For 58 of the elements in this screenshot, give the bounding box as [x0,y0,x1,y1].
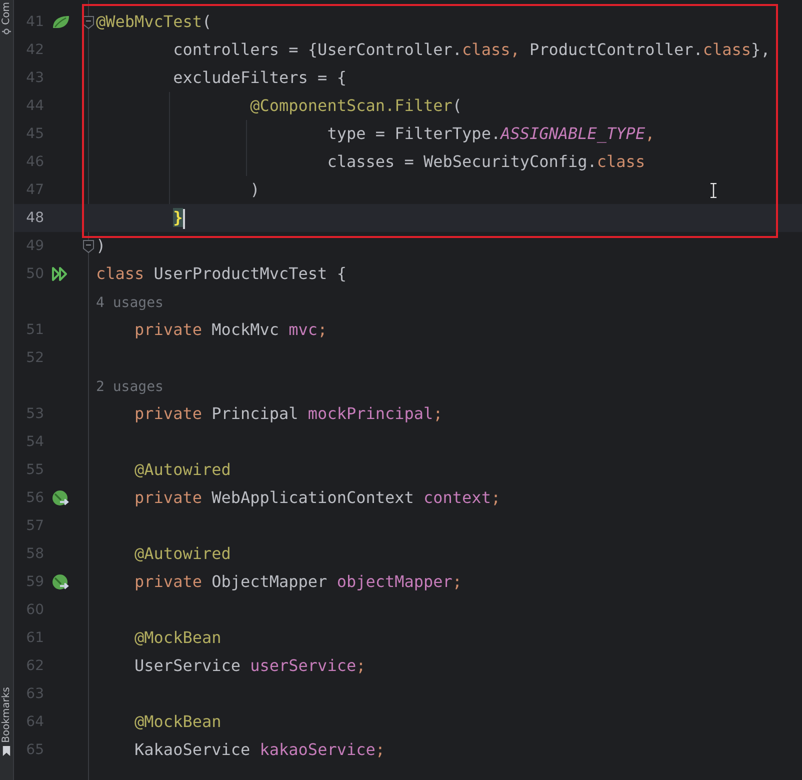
keyword-text: ; [452,572,462,591]
fold-icon[interactable] [83,240,94,252]
field-name: mvc [288,320,318,339]
annotation-text: @Autowired [134,544,231,563]
keyword-text: private [134,320,203,339]
keyword-text: ; [318,320,328,339]
code-text: Principal [212,404,300,423]
keyword-text: ; [490,488,501,507]
code-text: }, [751,40,770,59]
keyword-text: class [702,40,752,59]
keyword-text: class [96,264,146,283]
bookmark-icon [2,746,11,756]
keyword-text: class [462,40,510,59]
code-text: MockMvc [212,320,280,339]
keyword-text: private [134,404,203,423]
keyword-text: private [134,488,203,507]
code-text: controllers = {UserController. [173,40,462,59]
code-text: ) [250,180,260,199]
keyword-text: ; [356,656,366,675]
keyword-text: ; [433,404,443,423]
code-text: WebApplicationContext [212,488,415,507]
code-text: ProductController. [529,40,703,59]
code-text: ObjectMapper [212,572,328,591]
tool-window-tab[interactable]: Com [1,2,12,25]
code-text: ) [96,236,106,255]
code-text: excludeFilters = [173,68,328,87]
field-name: kakaoService [260,740,376,759]
keyword-text: class [596,152,646,171]
code-text: ( [452,96,462,115]
annotation-text: @ComponentScan.Filter [250,96,452,115]
fold-icon[interactable] [83,16,94,28]
matched-brace: } [173,208,183,227]
commit-icon [2,26,11,36]
brace: { [336,68,346,87]
code-text: KakaoService [134,740,252,759]
keyword-text: , [510,40,521,59]
keyword-text: , [645,124,655,143]
keyword-text: ; [375,740,385,759]
annotation-text: @Autowired [134,460,231,479]
field-name: mockPrincipal [308,404,434,423]
leaf-icon[interactable] [52,15,70,29]
constant-name: ASSIGNABLE_TYPE [500,124,646,143]
keyword-text: private [134,572,203,591]
field-name: userService [250,656,356,675]
code-text: UserProductMvcTest { [154,264,346,283]
tool-window-tab[interactable]: Bookmarks [1,687,12,743]
code-text: ( [202,12,212,31]
field-name: objectMapper [336,572,452,591]
annotation-text: @MockBean [134,712,222,731]
code-text: classes = WebSecurityConfig. [327,152,597,171]
code-text: type = FilterType. [327,124,501,143]
code-text: UserService [134,656,242,675]
field-name: context [424,488,491,507]
line-number: 48 [25,210,44,226]
annotation-text: @MockBean [134,628,222,647]
text-cursor-icon [710,183,717,198]
annotation-text: @WebMvcTest [96,12,202,31]
run-icon[interactable] [52,267,68,281]
